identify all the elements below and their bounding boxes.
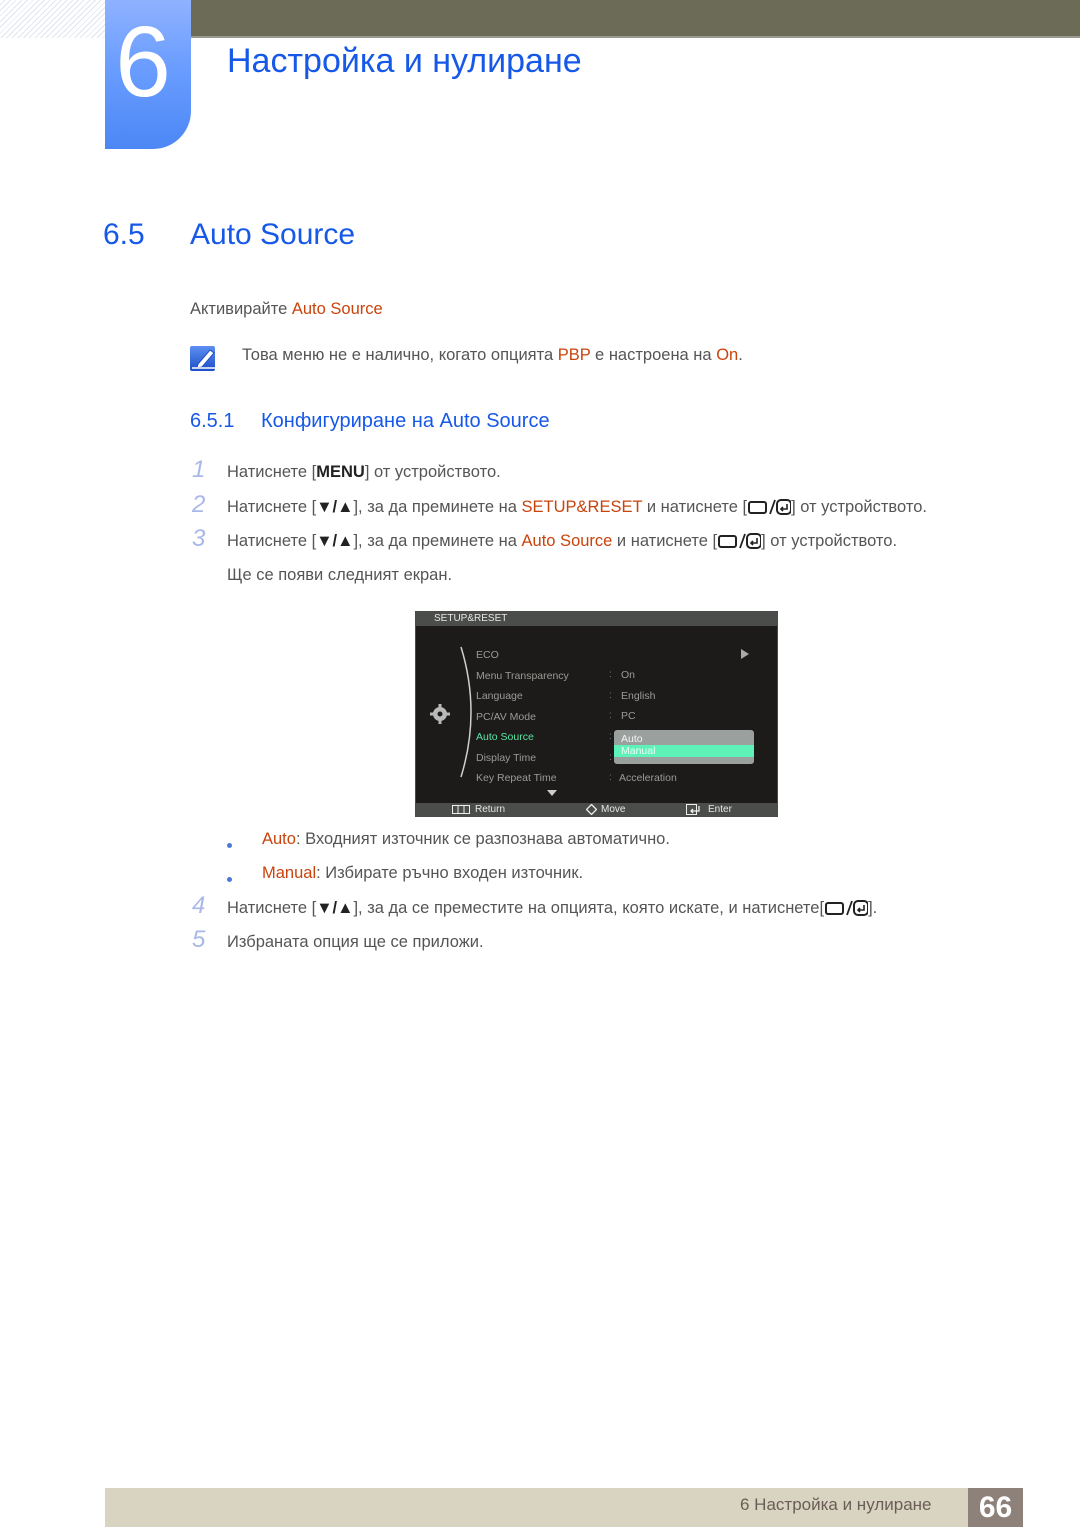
- step-number: 1: [192, 456, 206, 483]
- note-on: On: [716, 346, 739, 364]
- step-text: ] от устройството.: [791, 498, 927, 516]
- osd-item-auto-source: Auto Source: [476, 731, 534, 743]
- subsection-title: Конфигуриране на Auto Source: [261, 410, 550, 432]
- arrow-keys: ▼/▲: [316, 498, 354, 516]
- osd-item-menu-transparency: Menu Transparency: [476, 670, 569, 682]
- step-1: Натиснете [MENU] от устройството.: [227, 463, 501, 482]
- header-band: [190, 0, 1080, 38]
- step-text: ], за да преминете на: [353, 532, 522, 550]
- osd-colon: :: [609, 669, 612, 680]
- note-t1: Това меню не е налично, когато опцията: [242, 346, 558, 364]
- note-pbp: PBP: [557, 346, 591, 364]
- source-enter-key-icon: [748, 499, 792, 515]
- osd-footer-move: Move: [601, 804, 626, 815]
- source-enter-key-icon: [718, 533, 762, 549]
- bullet-dot: [227, 877, 232, 882]
- section-number: 6.5: [103, 218, 145, 251]
- arrow-keys: ▼/▲: [316, 532, 354, 550]
- step-highlight: SETUP&RESET: [521, 498, 643, 516]
- menu-key: MENU: [316, 463, 365, 481]
- step-number: 5: [192, 926, 206, 953]
- bullet-desc: : Избирате ръчно входен източник.: [316, 864, 584, 882]
- osd-dropdown: Auto Manual: [614, 730, 754, 764]
- osd-scroll-down-icon: [547, 790, 557, 796]
- osd-value: PC: [621, 710, 636, 722]
- footer-chapter-text: 6 Настройка и нулиране: [740, 1495, 932, 1514]
- screen-caption: Ще се появи следният екран.: [227, 566, 453, 584]
- step-text: ].: [868, 899, 878, 917]
- chapter-number: 6: [115, 6, 171, 118]
- source-enter-key-icon: [825, 900, 869, 916]
- osd-item-language: Language: [476, 690, 523, 702]
- intro-prefix: Активирайте: [190, 300, 292, 318]
- osd-colon: :: [609, 752, 612, 763]
- step-text: и натиснете [: [642, 498, 748, 516]
- note-pencil-icon: [190, 346, 215, 371]
- osd-colon: :: [609, 710, 612, 721]
- step-highlight: Auto Source: [521, 532, 613, 550]
- step-text: Натиснете [: [227, 532, 317, 550]
- note-t3: .: [738, 346, 743, 364]
- osd-value: English: [621, 690, 656, 702]
- step-text: ], за да преминете на: [353, 498, 522, 516]
- osd-colon: :: [609, 731, 612, 742]
- osd-value: Acceleration: [619, 772, 677, 784]
- menu-icon: [452, 805, 470, 814]
- osd-colon: :: [609, 690, 612, 701]
- bullet-desc: : Входният източник се разпознава автома…: [295, 830, 670, 848]
- bullet-manual: Manual: Избирате ръчно входен източник.: [262, 864, 583, 883]
- osd-item-pcav-mode: PC/AV Mode: [476, 711, 536, 723]
- osd-item-key-repeat: Key Repeat Time: [476, 772, 557, 784]
- intro-highlight: Auto Source: [291, 300, 383, 318]
- note-text: Това меню не е налично, когато опцията P…: [242, 346, 743, 365]
- bullet-auto: Auto: Входният източник се разпознава ав…: [262, 830, 670, 849]
- note-t2: е настроена на: [590, 346, 717, 364]
- osd-footer-return: Return: [475, 804, 506, 815]
- step-text: Натиснете [: [227, 899, 317, 917]
- osd-item-display-time: Display Time: [476, 752, 537, 764]
- osd-header: SETUP&RESET: [416, 612, 777, 626]
- enter-icon: [686, 804, 700, 815]
- arrow-keys: ▼/▲: [316, 899, 354, 917]
- osd-menu-screenshot: SETUP&RESET ECO Menu Transparency : On L…: [415, 611, 778, 817]
- osd-option-manual: Manual: [614, 745, 754, 757]
- gear-icon: [430, 704, 450, 724]
- step-text: ] от устройството.: [761, 532, 898, 550]
- intro-text: Активирайте Auto Source: [190, 300, 383, 319]
- step-number: 4: [192, 892, 206, 919]
- osd-footer-enter: Enter: [708, 804, 732, 815]
- step-number: 3: [192, 525, 206, 552]
- osd-item-eco: ECO: [476, 649, 499, 661]
- osd-option-auto: Auto: [621, 733, 643, 745]
- header-hatch: [0, 0, 105, 38]
- move-diamond-icon: [586, 804, 597, 815]
- step-text: ] от устройството.: [364, 463, 501, 481]
- step-2: Натиснете [▼/▲], за да преминете на SETU…: [227, 498, 927, 517]
- section-title: Auto Source: [190, 218, 356, 251]
- step-text: Натиснете [: [227, 463, 317, 481]
- bullet-term: Manual: [262, 864, 317, 882]
- subsection-number: 6.5.1: [190, 410, 235, 432]
- osd-value: On: [621, 669, 636, 681]
- step-text: и натиснете [: [612, 532, 718, 550]
- step-text: ], за да се преместите на опцията, която…: [353, 899, 825, 917]
- step-number: 2: [192, 491, 206, 518]
- step-4: Натиснете [▼/▲], за да се преместите на …: [227, 899, 877, 918]
- page-number: 66: [968, 1488, 1023, 1527]
- osd-colon: :: [609, 772, 612, 783]
- step-3: Натиснете [▼/▲], за да преминете на Auto…: [227, 532, 897, 551]
- bullet-term: Auto: [262, 830, 296, 848]
- step-5: Избраната опция ще се приложи.: [227, 933, 484, 951]
- osd-submenu-arrow-icon: [741, 649, 749, 659]
- step-text: Натиснете [: [227, 498, 317, 516]
- chapter-title: Настройка и нулиране: [227, 42, 582, 80]
- bullet-dot: [227, 843, 232, 848]
- osd-footer: Return Move Enter: [416, 803, 777, 816]
